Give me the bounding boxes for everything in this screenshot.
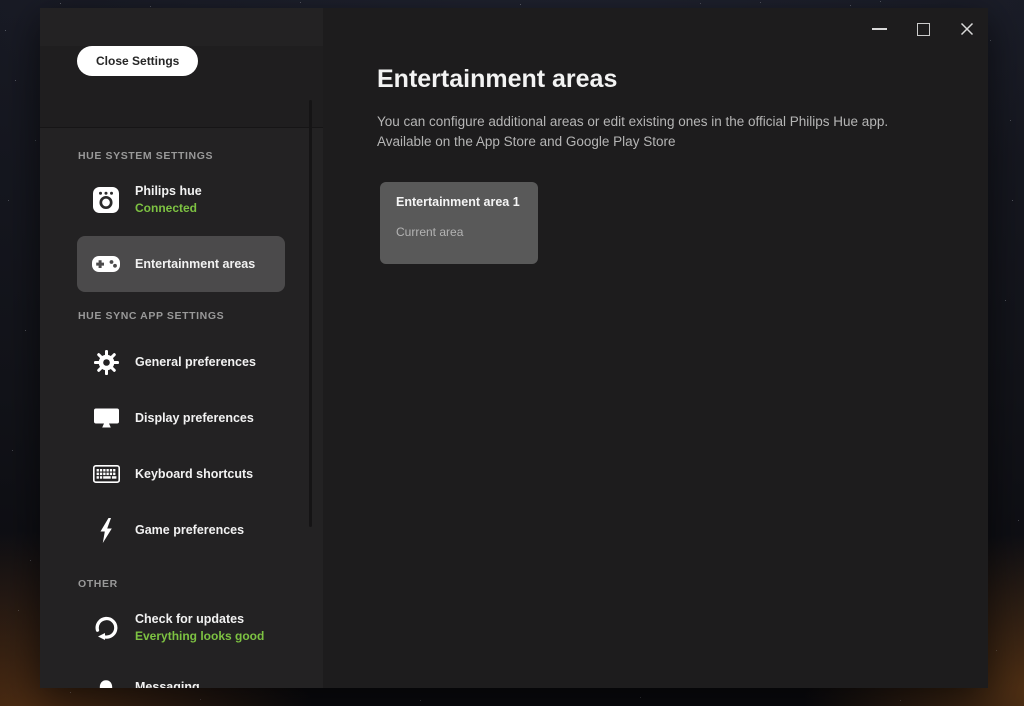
maximize-icon xyxy=(917,23,930,36)
minimize-button[interactable] xyxy=(871,18,887,40)
sidebar-scrollbar[interactable] xyxy=(309,100,312,527)
window-controls xyxy=(871,18,975,40)
close-button[interactable] xyxy=(959,18,975,40)
sidebar-item-display-preferences[interactable]: Display preferences xyxy=(77,390,285,446)
sidebar-item-label: General preferences xyxy=(135,355,256,370)
sidebar-item-label: Check for updates xyxy=(135,612,264,627)
stars-decoration xyxy=(0,0,1,1)
minimize-icon xyxy=(872,28,887,30)
update-status: Everything looks good xyxy=(135,629,264,643)
settings-content: Entertainment areas You can configure ad… xyxy=(323,8,988,688)
sidebar-topbar: Close Settings xyxy=(40,46,323,128)
close-settings-button[interactable]: Close Settings xyxy=(77,46,198,76)
sidebar-item-entertainment-areas[interactable]: Entertainment areas xyxy=(77,236,285,292)
sidebar-item-check-for-updates[interactable]: Check for updates Everything looks good xyxy=(77,597,285,659)
bell-icon xyxy=(77,679,135,689)
gamepad-icon xyxy=(77,255,135,273)
hue-sync-settings-window: Close Settings HUE SYSTEM SETTINGS Phili… xyxy=(40,8,988,688)
page-title: Entertainment areas xyxy=(377,64,988,94)
close-icon xyxy=(959,21,975,37)
monitor-icon xyxy=(77,408,135,428)
sidebar-item-game-preferences[interactable]: Game preferences xyxy=(77,502,285,558)
gear-icon xyxy=(77,350,135,375)
sidebar-item-messaging[interactable]: Messaging xyxy=(77,659,285,688)
sidebar-item-general-preferences[interactable]: General preferences xyxy=(77,334,285,390)
entertainment-area-name: Entertainment area 1 xyxy=(396,195,522,209)
sidebar-item-label: Entertainment areas xyxy=(135,257,255,272)
sidebar-item-label: Messaging xyxy=(135,680,200,689)
sidebar-item-keyboard-shortcuts[interactable]: Keyboard shortcuts xyxy=(77,446,285,502)
sidebar-item-label: Display preferences xyxy=(135,411,254,426)
connection-status: Connected xyxy=(135,201,202,215)
sidebar-item-label: Philips hue xyxy=(135,184,202,199)
sidebar-item-label: Game preferences xyxy=(135,523,244,538)
refresh-icon xyxy=(77,615,135,642)
desktop-wallpaper: Close Settings HUE SYSTEM SETTINGS Phili… xyxy=(0,0,1024,706)
settings-sidebar: Close Settings HUE SYSTEM SETTINGS Phili… xyxy=(40,8,323,688)
section-header-hue-sync-app: HUE SYNC APP SETTINGS xyxy=(78,310,323,322)
bolt-icon xyxy=(77,518,135,543)
section-header-hue-system: HUE SYSTEM SETTINGS xyxy=(78,150,323,162)
entertainment-area-card[interactable]: Entertainment area 1 Current area xyxy=(380,182,538,264)
sidebar-item-label: Keyboard shortcuts xyxy=(135,467,253,482)
hue-bridge-icon xyxy=(77,187,135,213)
section-header-other: OTHER xyxy=(78,578,323,590)
maximize-button[interactable] xyxy=(915,18,931,40)
page-description: You can configure additional areas or ed… xyxy=(377,112,933,152)
keyboard-icon xyxy=(77,465,135,483)
sidebar-item-philips-hue[interactable]: Philips hue Connected xyxy=(77,172,285,228)
entertainment-area-status: Current area xyxy=(396,225,522,239)
